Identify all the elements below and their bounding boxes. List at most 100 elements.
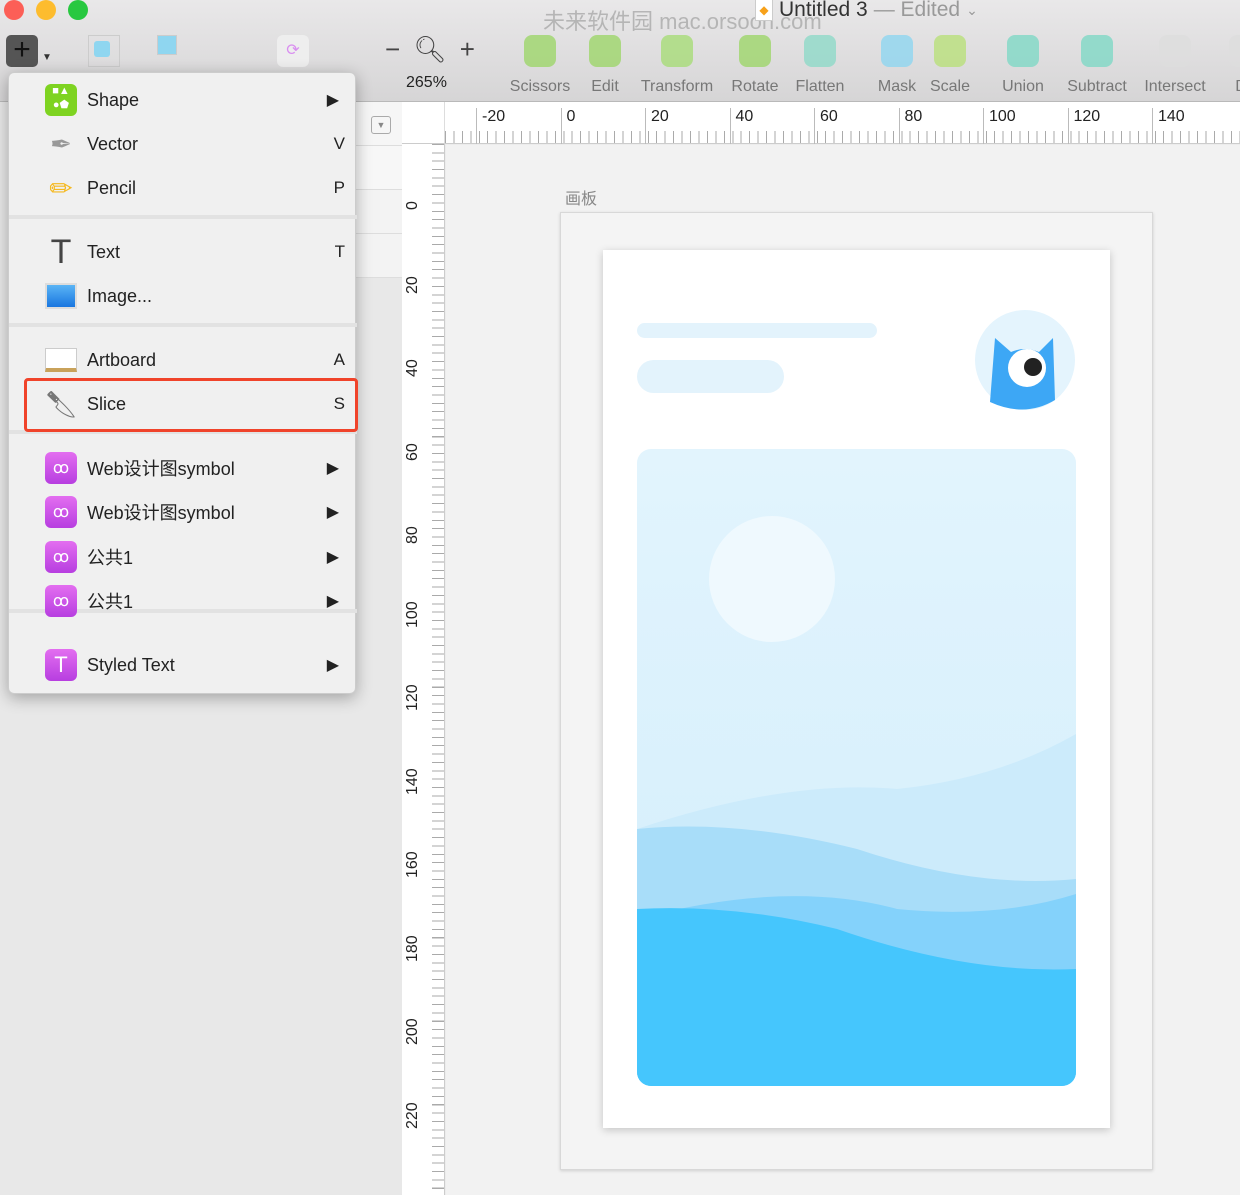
card	[603, 250, 1110, 1128]
zoom-control: − 🔍︎ +	[385, 34, 475, 65]
symbol-icon: ꝏ	[45, 541, 77, 573]
ruler-label: 140	[404, 767, 421, 795]
tool-label: Flatten	[795, 78, 845, 95]
intersect-icon	[1135, 30, 1215, 72]
layer-row[interactable]	[356, 234, 402, 278]
layer-row[interactable]	[356, 146, 402, 190]
tool-edit[interactable]: Edit	[565, 30, 645, 96]
submenu-arrow-icon: ▶	[326, 657, 339, 674]
layer-row[interactable]	[356, 190, 402, 234]
zoom-level: 265%	[406, 74, 447, 91]
ruler-label: 100	[404, 600, 421, 628]
panel-toggle-icon[interactable]: ▼	[371, 116, 391, 134]
menu-item-web-symbol-8[interactable]: ꝏ Web设计图symbol ▶	[9, 490, 357, 534]
zoom-window-button[interactable]	[68, 0, 88, 20]
plus-icon: +	[13, 33, 31, 66]
menu-item-label: Web设计图symbol	[87, 503, 235, 523]
menu-item--1-9[interactable]: ꝏ 公共1 ▶	[9, 535, 357, 579]
tool-label: Edit	[591, 78, 619, 95]
chevron-down-icon[interactable]: ▼	[42, 52, 52, 63]
tool-label: Intersect	[1144, 78, 1206, 95]
submenu-arrow-icon: ▶	[326, 593, 339, 610]
ruler-label: 80	[404, 526, 421, 544]
zoom-out-button[interactable]: −	[385, 34, 400, 65]
ruler-label: 200	[404, 1018, 421, 1045]
text-icon: T	[50, 232, 72, 271]
menu-item--1-10[interactable]: ꝏ 公共1 ▶	[9, 579, 357, 623]
tool-union[interactable]: Union	[983, 30, 1063, 96]
menu-separator	[9, 215, 357, 219]
subtitle-placeholder	[637, 360, 784, 393]
ruler-label: 40	[729, 108, 753, 144]
backward-icon[interactable]	[157, 35, 191, 67]
canvas[interactable]: 画板	[446, 145, 1240, 1195]
tool-intersect[interactable]: Intersect	[1135, 30, 1215, 96]
submenu-arrow-icon: ▶	[326, 504, 339, 521]
menu-item-label: Text	[87, 241, 121, 262]
monster-avatar-icon	[975, 310, 1075, 410]
symbol-icon: ꝏ	[45, 452, 77, 484]
document-status: — Edited	[873, 0, 961, 21]
submenu-arrow-icon: ▶	[326, 549, 339, 566]
vertical-ruler[interactable]: 0 20 40 60 80 100 120 140 160 180 200 220	[402, 144, 445, 1195]
window-title[interactable]: ◆ Untitled 3 — Edited ⌄	[755, 0, 978, 22]
menu-item-label: Pencil	[87, 177, 137, 198]
ruler-label: 140	[1152, 108, 1185, 144]
artboard-icon	[45, 344, 77, 376]
tool-subtract[interactable]: Subtract	[1057, 30, 1137, 96]
document-name: Untitled 3	[779, 0, 868, 21]
horizontal-ruler[interactable]: -20 0 20 40 60 80 100 120 140	[445, 102, 1240, 144]
menu-item-pencil-2[interactable]: ✏ Pencil P	[9, 166, 357, 210]
vector-pen-icon: ✒	[50, 128, 72, 159]
forward-icon[interactable]	[88, 35, 120, 67]
menu-item-label: Vector	[87, 133, 139, 154]
submenu-arrow-icon: ▶	[326, 92, 339, 109]
ruler-label: 0	[404, 201, 421, 210]
menu-item-label: Web设计图symbol	[87, 459, 235, 479]
symbol-icon: ꝏ	[45, 585, 77, 617]
ruler-label: 20	[645, 108, 669, 144]
tool-scale[interactable]: Scale	[910, 30, 990, 96]
menu-item-styled-text-11[interactable]: T Styled Text ▶	[9, 643, 357, 687]
flatten-icon	[780, 30, 860, 72]
transform-icon	[637, 30, 717, 72]
title-placeholder	[637, 323, 877, 338]
magnifier-icon[interactable]: 🔍︎	[413, 34, 446, 65]
ruler-corner	[402, 102, 445, 144]
ruler-label: 100	[983, 108, 1016, 144]
sync-symbol-icon[interactable]: ⟳	[277, 35, 309, 67]
shape-icon: ■▲ ●⬟	[45, 84, 77, 116]
image-icon	[45, 280, 77, 312]
insert-button[interactable]: +	[6, 35, 38, 67]
ruler-label: 0	[560, 108, 575, 144]
zoom-in-button[interactable]: +	[460, 34, 475, 65]
scale-icon	[910, 30, 990, 72]
slice-highlight-box	[24, 378, 358, 432]
artboard[interactable]	[560, 212, 1153, 1170]
artboard-title[interactable]: 画板	[565, 185, 597, 209]
ruler-label: 80	[898, 108, 922, 144]
tool-label: Subtract	[1067, 78, 1127, 95]
union-icon	[983, 30, 1063, 72]
menu-item-text-3[interactable]: T Text T	[9, 230, 357, 274]
styled-text-icon: T	[45, 649, 77, 681]
menu-item-web-symbol-7[interactable]: ꝏ Web设计图symbol ▶	[9, 446, 357, 490]
menu-item-artboard-5[interactable]: Artboard A	[9, 338, 357, 382]
tool-dif[interactable]: Dif	[1205, 30, 1240, 96]
symbol-icon: ꝏ	[45, 496, 77, 528]
edit-icon	[565, 30, 645, 72]
menu-item-label: Styled Text	[87, 654, 175, 675]
menu-item-vector-1[interactable]: ✒ Vector V	[9, 122, 357, 166]
close-window-button[interactable]	[4, 0, 24, 20]
menu-separator	[9, 323, 357, 327]
tool-flatten[interactable]: Flatten	[780, 30, 860, 96]
ruler-label: 120	[1067, 108, 1100, 144]
ruler-label: 60	[814, 108, 838, 144]
tool-label: Transform	[640, 78, 714, 95]
tool-transform[interactable]: Transform	[637, 30, 717, 96]
tool-label: Dif	[1205, 78, 1240, 96]
minimize-window-button[interactable]	[36, 0, 56, 20]
menu-item-image--4[interactable]: Image...	[9, 274, 357, 318]
menu-item-shape-0[interactable]: ■▲ ●⬟ Shape ▶	[9, 78, 357, 122]
ruler-label: 20	[404, 275, 421, 294]
